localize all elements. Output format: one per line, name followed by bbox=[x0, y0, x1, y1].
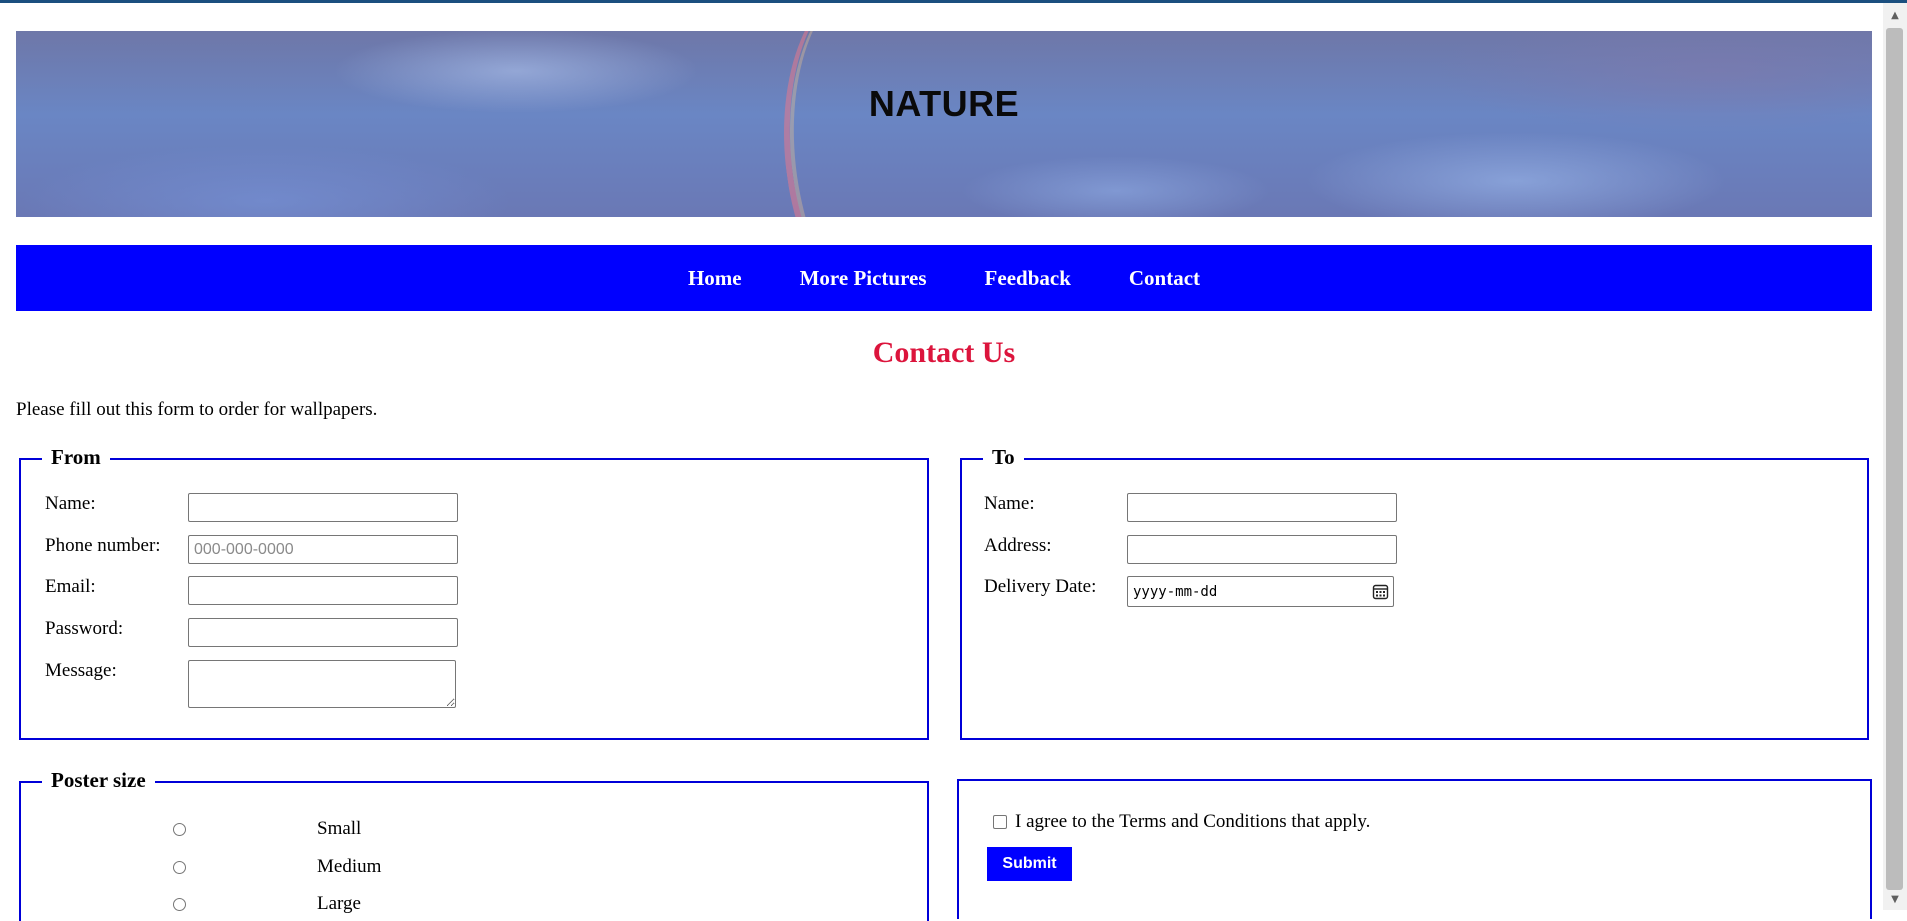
poster-option-large[interactable]: Large bbox=[173, 893, 361, 915]
intro-text: Please fill out this form to order for w… bbox=[16, 399, 378, 420]
to-address-label: Address: bbox=[984, 535, 1052, 556]
to-name-label: Name: bbox=[984, 493, 1035, 514]
poster-small-label: Small bbox=[317, 818, 362, 839]
nav-contact-link[interactable]: Contact bbox=[1100, 266, 1229, 291]
poster-large-label: Large bbox=[317, 893, 361, 914]
address-input[interactable] bbox=[1127, 535, 1397, 564]
terms-row[interactable]: I agree to the Terms and Conditions that… bbox=[993, 811, 1370, 833]
from-fieldset: From Name: Phone number: Email: Password… bbox=[19, 445, 929, 740]
to-delivery-row: Delivery Date: yyyy-mm-dd bbox=[984, 576, 1394, 607]
from-legend: From bbox=[42, 445, 110, 470]
from-message-row: Message: bbox=[45, 660, 456, 708]
poster-size-fieldset: Poster size Small Medium Large bbox=[19, 768, 929, 921]
from-password-row: Password: bbox=[45, 618, 458, 647]
from-name-row: Name: bbox=[45, 493, 458, 522]
poster-large-radio[interactable] bbox=[173, 897, 186, 911]
terms-checkbox[interactable] bbox=[993, 815, 1007, 829]
page-heading: Contact Us bbox=[872, 336, 1016, 369]
message-textarea[interactable] bbox=[188, 660, 456, 708]
to-name-input[interactable] bbox=[1127, 493, 1397, 522]
poster-medium-radio[interactable] bbox=[173, 860, 186, 874]
to-legend: To bbox=[983, 445, 1024, 470]
nav-feedback-link[interactable]: Feedback bbox=[956, 266, 1100, 291]
calendar-icon[interactable] bbox=[1372, 583, 1389, 600]
scroll-down-arrow-icon[interactable]: ▼ bbox=[1883, 888, 1907, 910]
nav-home-link[interactable]: Home bbox=[659, 266, 771, 291]
to-address-row: Address: bbox=[984, 535, 1397, 564]
header-banner: NATURE bbox=[16, 31, 1872, 217]
password-input[interactable] bbox=[188, 618, 458, 647]
poster-option-medium[interactable]: Medium bbox=[173, 856, 381, 878]
agreement-fieldset: I agree to the Terms and Conditions that… bbox=[957, 779, 1872, 919]
to-name-row: Name: bbox=[984, 493, 1397, 522]
from-phone-label: Phone number: bbox=[45, 535, 161, 556]
delivery-date-label: Delivery Date: bbox=[984, 576, 1097, 597]
window-top-border bbox=[0, 0, 1907, 3]
submit-button[interactable]: Submit bbox=[987, 847, 1072, 881]
from-name-label: Name: bbox=[45, 493, 96, 514]
scroll-up-arrow-icon[interactable]: ▲ bbox=[1883, 3, 1907, 27]
email-input[interactable] bbox=[188, 576, 458, 605]
poster-size-legend: Poster size bbox=[42, 768, 155, 793]
poster-small-radio[interactable] bbox=[173, 822, 186, 836]
from-name-input[interactable] bbox=[188, 493, 458, 522]
poster-option-small[interactable]: Small bbox=[173, 818, 361, 840]
phone-number-input[interactable] bbox=[188, 535, 458, 564]
to-fieldset: To Name: Address: Delivery Date: yyyy-mm… bbox=[960, 445, 1869, 740]
main-navbar: Home More Pictures Feedback Contact bbox=[16, 245, 1872, 311]
scrollbar-thumb[interactable] bbox=[1886, 28, 1903, 890]
from-message-label: Message: bbox=[45, 660, 117, 681]
from-email-row: Email: bbox=[45, 576, 458, 605]
date-placeholder: yyyy-mm-dd bbox=[1133, 583, 1218, 600]
site-title: NATURE bbox=[868, 82, 1020, 124]
poster-medium-label: Medium bbox=[317, 856, 382, 877]
from-password-label: Password: bbox=[45, 618, 124, 639]
delivery-date-input[interactable]: yyyy-mm-dd bbox=[1127, 576, 1394, 607]
nav-more-pictures-link[interactable]: More Pictures bbox=[771, 266, 956, 291]
from-email-label: Email: bbox=[45, 576, 96, 597]
from-phone-row: Phone number: bbox=[45, 535, 458, 564]
terms-label: I agree to the Terms and Conditions that… bbox=[1015, 811, 1371, 832]
